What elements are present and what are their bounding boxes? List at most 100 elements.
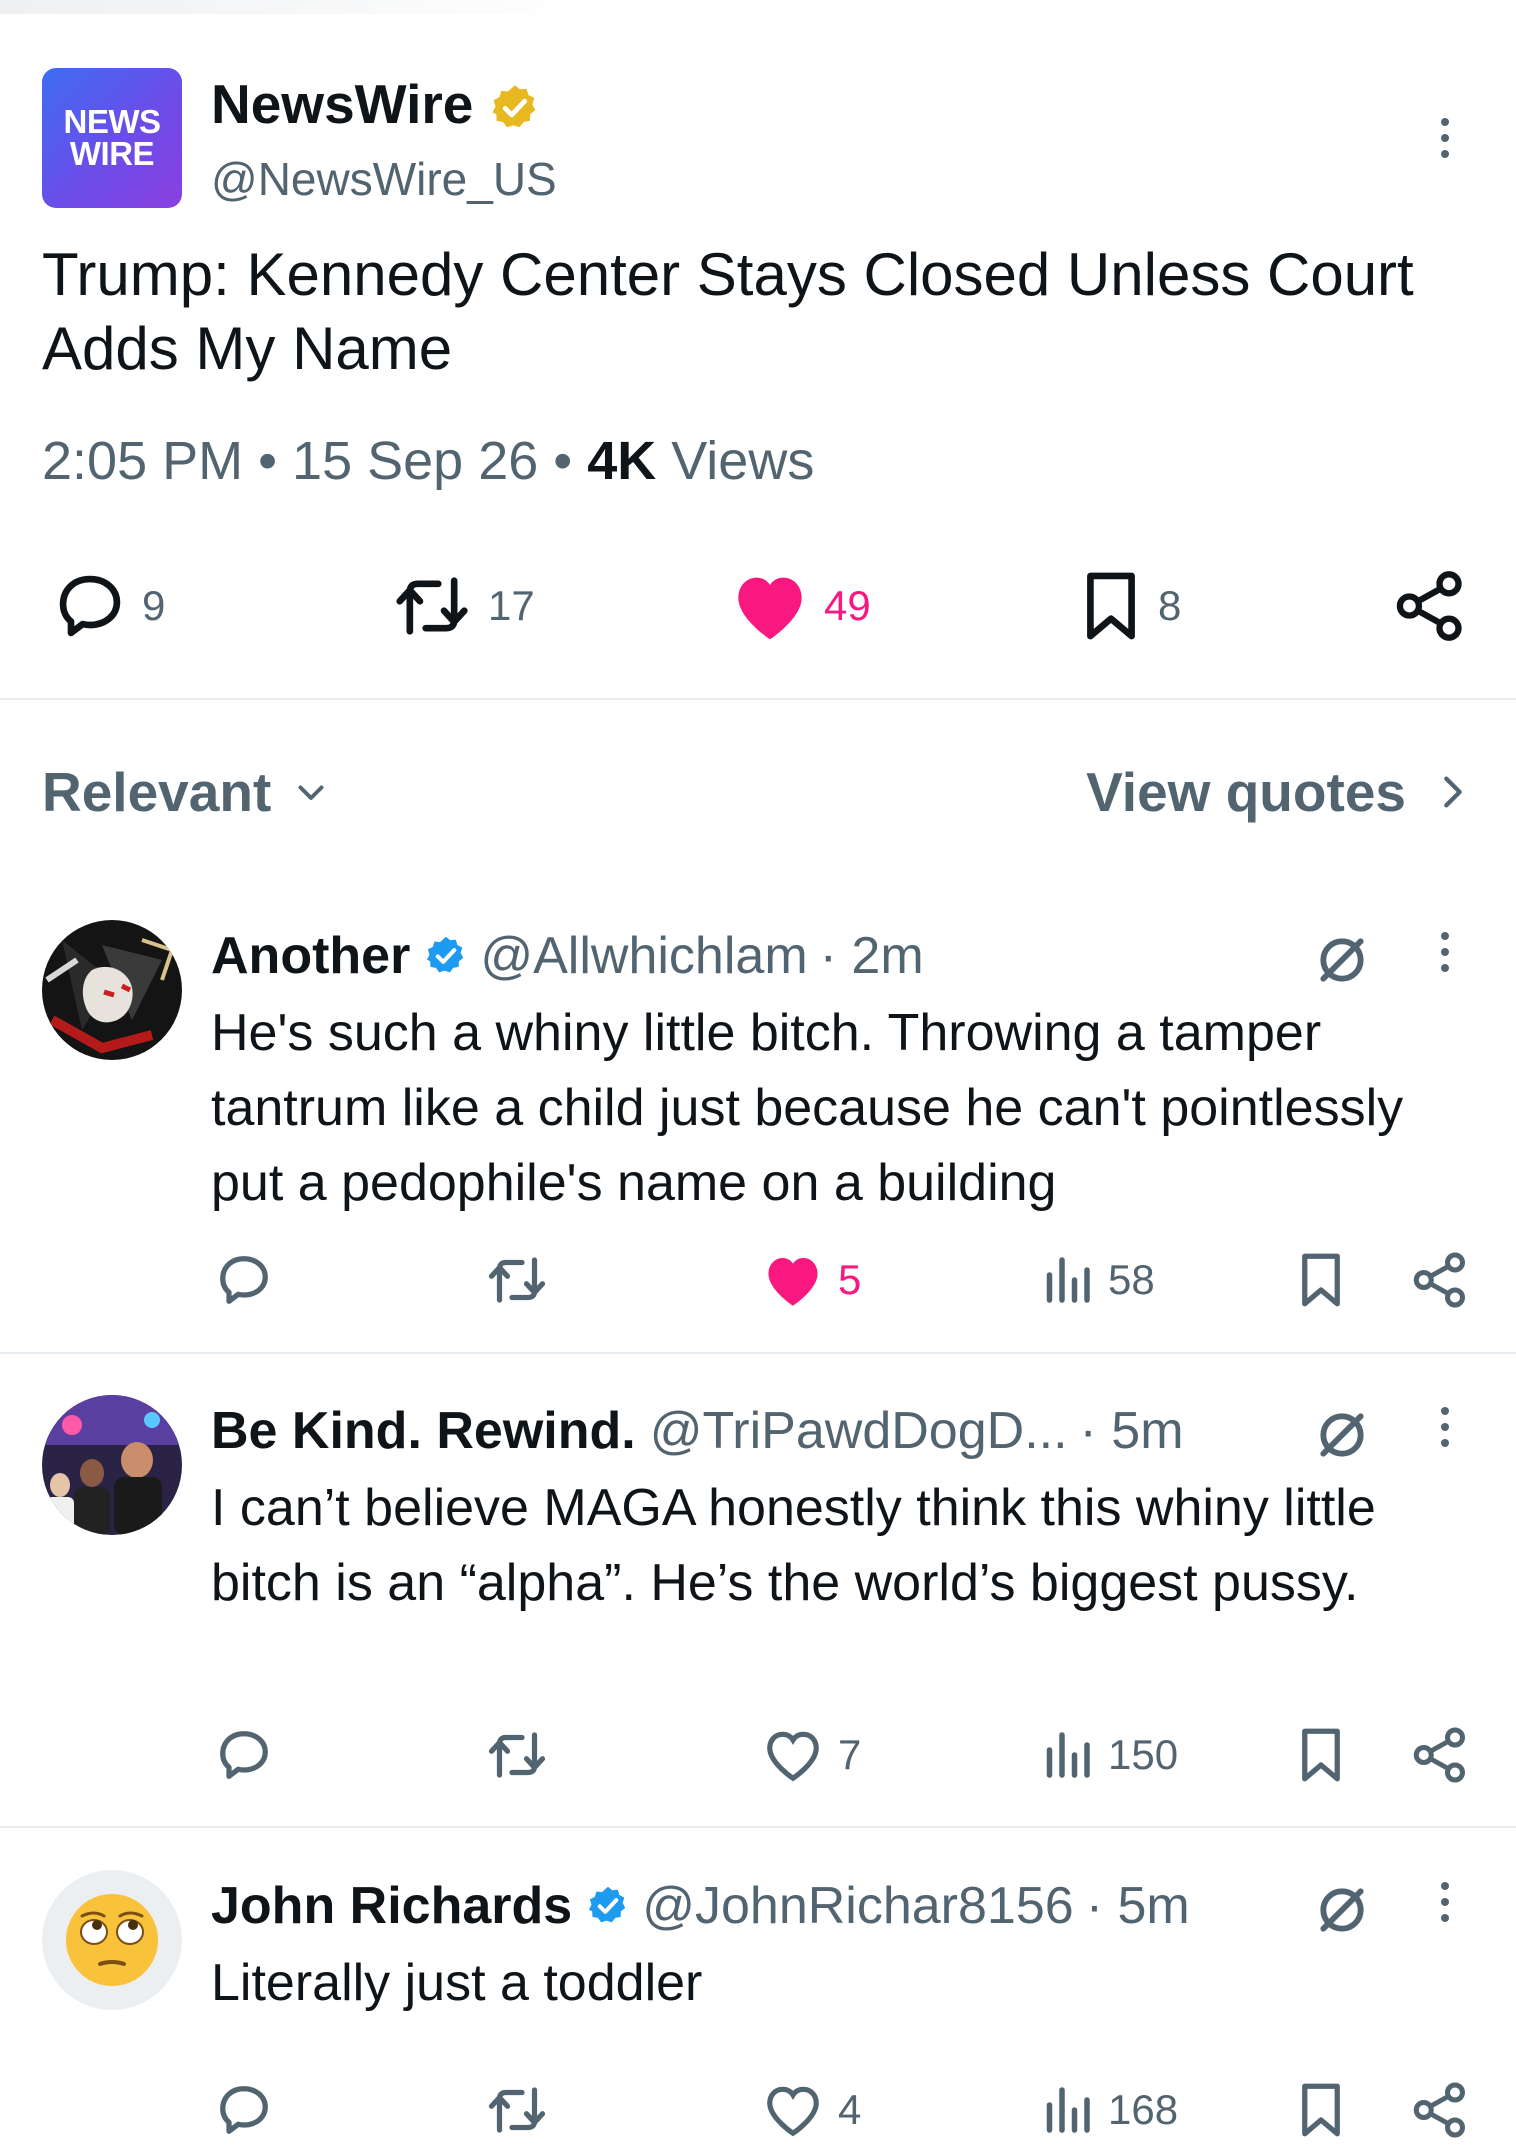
reply-author-name[interactable]: John Richards — [211, 1876, 572, 1936]
meta-separator: • — [553, 431, 573, 491]
bookmark-icon — [1302, 1253, 1340, 1307]
views-count: 168 — [1108, 2086, 1179, 2133]
share-icon — [1413, 2082, 1465, 2138]
bookmark-button[interactable] — [1294, 1725, 1348, 1785]
repost-count: 17 — [488, 582, 535, 629]
post-date: 15 Sep 26 — [292, 431, 539, 491]
like-count: 49 — [824, 582, 871, 629]
reply-text: I can’t believe MAGA honestly think this… — [211, 1479, 1376, 1612]
share-button[interactable] — [1410, 2080, 1470, 2140]
meta-separator: • — [258, 431, 278, 491]
share-button[interactable] — [1410, 1725, 1470, 1785]
reply-button[interactable] — [214, 1725, 274, 1785]
share-icon — [1413, 1252, 1465, 1308]
reply-button[interactable] — [214, 2080, 274, 2140]
share-icon — [1413, 1727, 1465, 1783]
verified-badge-icon — [427, 936, 464, 973]
divider — [0, 1826, 1516, 1828]
reply-author-name[interactable]: Be Kind. Rewind. — [211, 1401, 636, 1461]
views-chart-icon — [1046, 1257, 1090, 1303]
avatar[interactable] — [42, 920, 182, 1060]
bookmark-button[interactable] — [1294, 1250, 1348, 1310]
bookmark-button[interactable]: 8 — [1078, 568, 1181, 644]
grok-icon[interactable] — [1310, 928, 1374, 992]
grok-icon[interactable] — [1310, 1878, 1374, 1942]
views-count: 150 — [1108, 1731, 1179, 1778]
avatar[interactable] — [42, 1395, 182, 1535]
reply-icon — [59, 575, 121, 637]
repost-button[interactable] — [484, 1725, 550, 1785]
reply-item[interactable]: Another @Allwhichlam · 2m He's such a wh… — [0, 920, 1516, 1350]
avatar[interactable] — [42, 1870, 182, 2010]
repost-icon — [488, 1732, 546, 1778]
sort-dropdown[interactable]: Relevant — [42, 760, 329, 824]
reply-time: · 2m — [819, 927, 924, 985]
verified-gold-badge-icon — [492, 85, 536, 128]
like-button[interactable]: 7 — [762, 1725, 861, 1785]
reply-icon — [220, 2086, 268, 2134]
eye-roll-emoji-icon — [66, 1894, 158, 1986]
like-button[interactable]: 49 — [730, 568, 871, 644]
views-button[interactable]: 150 — [1040, 1725, 1178, 1785]
reply-author-handle[interactable]: @TriPawdDogD... — [650, 1401, 1068, 1461]
reply-time: · 5m — [1085, 1877, 1190, 1935]
reply-item[interactable]: Be Kind. Rewind. @TriPawdDogD... · 5m I … — [0, 1395, 1516, 1825]
reply-icon — [220, 1731, 268, 1779]
reply-button[interactable]: 9 — [52, 568, 165, 644]
grok-icon[interactable] — [1310, 1403, 1374, 1467]
bookmark-icon — [1087, 572, 1135, 640]
like-count: 7 — [838, 1731, 862, 1778]
avatar-image — [42, 1395, 182, 1535]
views-count: 58 — [1108, 1256, 1155, 1303]
reply-time: · 5m — [1079, 1402, 1184, 1460]
share-icon — [1396, 571, 1462, 641]
post-author-name-text: NewsWire — [211, 73, 474, 135]
heart-outline-icon — [767, 1731, 819, 1782]
repost-icon — [396, 577, 468, 635]
post-headline: Trump: Kennedy Center Stays Closed Unles… — [42, 241, 1414, 382]
reply-count: 9 — [142, 582, 166, 629]
views-button[interactable]: 58 — [1040, 1250, 1155, 1310]
chevron-right-icon — [1444, 776, 1462, 808]
share-button[interactable] — [1392, 566, 1468, 646]
like-count: 4 — [838, 2086, 862, 2133]
like-button[interactable]: 5 — [762, 1250, 861, 1310]
reply-button[interactable] — [214, 1250, 274, 1310]
reply-header: Another @Allwhichlam · 2m — [211, 926, 924, 986]
repost-button[interactable] — [484, 1250, 550, 1310]
reply-header: Be Kind. Rewind. @TriPawdDogD... · 5m — [211, 1401, 1184, 1461]
reply-author-name[interactable]: Another — [211, 926, 410, 986]
repost-button[interactable] — [484, 2080, 550, 2140]
post-time: 2:05 PM — [42, 431, 244, 491]
like-count: 5 — [838, 1256, 862, 1303]
reply-sort-bar: Relevant View quotes — [0, 750, 1516, 830]
view-quotes-link[interactable]: View quotes — [1086, 760, 1470, 824]
reply-item[interactable]: John Richards @JohnRichar8156 · 5m Liter… — [0, 1870, 1516, 2152]
heart-outline-icon — [767, 2086, 819, 2137]
reply-author-handle[interactable]: @Allwhichlam — [480, 926, 807, 986]
post-meta: 2:05 PM • 15 Sep 26 • 4K Views — [42, 430, 814, 492]
sort-label: Relevant — [42, 761, 272, 823]
post-author-name[interactable]: NewsWire — [211, 72, 541, 136]
post-author-handle[interactable]: @NewsWire_US — [211, 152, 557, 206]
like-button[interactable]: 4 — [762, 2080, 861, 2140]
reply-header: John Richards @JohnRichar8156 · 5m — [211, 1876, 1190, 1936]
reply-more-icon[interactable] — [1430, 1407, 1460, 1447]
reply-text: Literally just a toddler — [211, 1954, 703, 2012]
logo-line-1: NEWS — [63, 103, 162, 140]
share-button[interactable] — [1410, 1250, 1470, 1310]
logo-line-2: WIRE — [69, 135, 155, 172]
chevron-down-icon — [298, 785, 324, 800]
bookmark-icon — [1302, 1728, 1340, 1782]
reply-author-handle[interactable]: @JohnRichar8156 — [642, 1876, 1074, 1936]
reply-more-icon[interactable] — [1430, 1882, 1460, 1922]
views-button[interactable]: 168 — [1040, 2080, 1178, 2140]
reply-icon — [220, 1256, 268, 1304]
avatar-image — [42, 920, 182, 1060]
heart-filled-icon — [738, 577, 802, 640]
post-more-icon[interactable] — [1430, 118, 1460, 158]
repost-button[interactable]: 17 — [390, 568, 535, 644]
bookmark-button[interactable] — [1294, 2080, 1348, 2140]
reply-more-icon[interactable] — [1430, 932, 1460, 972]
newswire-logo[interactable]: NEWS WIRE — [42, 68, 182, 208]
